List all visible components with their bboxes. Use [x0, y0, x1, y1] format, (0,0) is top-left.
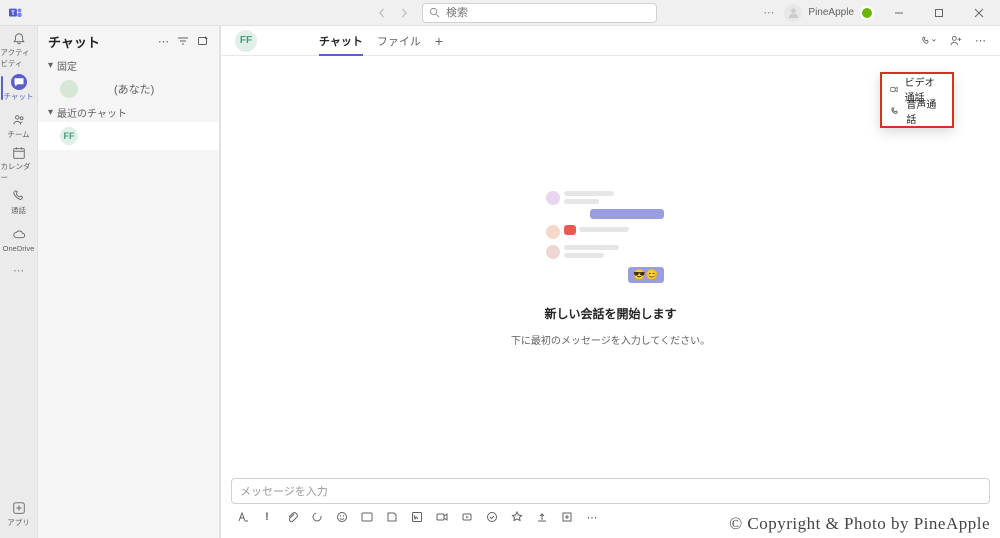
sidebar-item-label: (あなた) [114, 81, 154, 97]
rail-label: チーム [7, 129, 29, 140]
rail-item-calls[interactable]: 通話 [1, 184, 37, 220]
window-minimize-button[interactable] [884, 1, 914, 25]
rail-more-icon[interactable]: ⋯ [13, 264, 24, 277]
toolbar-more-icon[interactable]: ⋯ [585, 510, 599, 524]
teams-app-icon: T [0, 6, 32, 20]
nav-arrows [372, 3, 414, 23]
rail-label: アクティビティ [1, 47, 37, 69]
chevron-down-icon: ▾ [48, 60, 53, 71]
titlebar: T ⋯ PineApple [0, 0, 1000, 26]
cloud-icon [11, 227, 27, 243]
rail-item-chat[interactable]: チャット [1, 70, 37, 106]
search-input[interactable] [446, 7, 650, 19]
stream-icon[interactable] [460, 510, 474, 524]
chat-header-more-icon[interactable]: ⋯ [975, 34, 986, 47]
chevron-down-icon: ▾ [48, 107, 53, 118]
approvals-icon[interactable] [485, 510, 499, 524]
more-apps-icon[interactable] [560, 510, 574, 524]
gif-icon[interactable] [360, 510, 374, 524]
compose-toolbar: ! ⋯ [231, 504, 990, 530]
chat-avatar: FF [235, 30, 257, 52]
chat-content: FF チャット ファイル + ⋯ [220, 26, 1000, 538]
nav-forward-button[interactable] [394, 3, 414, 23]
rail-item-teams[interactable]: チーム [1, 108, 37, 144]
actions-icon[interactable] [410, 510, 424, 524]
sidebar-header: チャット ⋯ [38, 26, 219, 56]
priority-icon[interactable]: ! [260, 510, 274, 524]
bell-icon [11, 32, 27, 46]
message-input[interactable]: メッセージを入力 [231, 478, 990, 504]
sidebar-title: チャット [48, 32, 100, 51]
people-icon [11, 112, 27, 128]
tab-chat[interactable]: チャット [319, 27, 363, 55]
loop-icon[interactable] [310, 510, 324, 524]
video-icon [890, 84, 899, 95]
app-rail: アクティビティ チャット チーム カレンダー 通話 OneDrive ⋯ アプリ [0, 26, 38, 538]
svg-text:T: T [11, 9, 15, 16]
chat-sidebar: チャット ⋯ ▾固定 (あなた) ▾最近のチャット FF [38, 26, 220, 538]
rail-item-apps[interactable]: アプリ [1, 496, 37, 532]
more-icon[interactable]: ⋯ [763, 6, 774, 19]
titlebar-right: ⋯ PineApple [763, 1, 1000, 25]
user-name: PineApple [808, 7, 854, 18]
presence-indicator [860, 6, 874, 20]
rail-item-calendar[interactable]: カレンダー [1, 146, 37, 182]
video-clip-icon[interactable] [435, 510, 449, 524]
window-close-button[interactable] [964, 1, 994, 25]
user-avatar-icon [784, 4, 802, 22]
sidebar-more-icon[interactable]: ⋯ [158, 35, 169, 48]
rail-label: OneDrive [3, 244, 35, 253]
apps-icon [11, 500, 27, 516]
nav-back-button[interactable] [372, 3, 392, 23]
call-dropdown-menu: ビデオ通話 音声通話 [880, 72, 954, 128]
dropdown-item-label: 音声通話 [906, 96, 944, 126]
people-add-icon[interactable] [949, 35, 963, 47]
emoji-icon[interactable] [335, 510, 349, 524]
avatar-icon: FF [60, 127, 78, 145]
rail-label: チャット [4, 91, 34, 102]
sidebar-item-you[interactable]: (あなた) [38, 75, 219, 103]
format-icon[interactable] [235, 510, 249, 524]
upload-icon[interactable] [535, 510, 549, 524]
new-chat-icon[interactable] [197, 35, 209, 48]
avatar-icon [60, 80, 78, 98]
add-tab-button[interactable]: + [435, 27, 443, 55]
attach-icon[interactable] [285, 510, 299, 524]
sidebar-item-ff[interactable]: FF [38, 122, 219, 150]
rail-label: カレンダー [1, 161, 37, 183]
rail-item-onedrive[interactable]: OneDrive [1, 222, 37, 258]
message-composer: メッセージを入力 ! ⋯ [231, 478, 990, 530]
chat-header: FF チャット ファイル + ⋯ [221, 26, 1000, 56]
window-maximize-button[interactable] [924, 1, 954, 25]
dropdown-item-audio-call[interactable]: 音声通話 [882, 100, 952, 122]
rail-label: アプリ [7, 517, 30, 528]
filter-icon[interactable] [177, 35, 189, 48]
sidebar-section-pinned[interactable]: ▾固定 [38, 56, 219, 75]
phone-icon [11, 188, 27, 204]
empty-state-title: 新しい会話を開始します [544, 305, 676, 322]
empty-state-subtitle: 下に最初のメッセージを入力してください。 [511, 332, 710, 347]
empty-state-illustration: 😎😊 [546, 187, 676, 287]
tab-files[interactable]: ファイル [377, 27, 421, 55]
calendar-icon [11, 146, 27, 160]
user-area[interactable]: PineApple [784, 4, 874, 22]
search-box[interactable] [422, 3, 657, 23]
rail-label: 通話 [11, 205, 26, 216]
phone-icon [890, 106, 900, 117]
chat-icon [11, 74, 27, 90]
call-dropdown-button[interactable] [921, 35, 937, 47]
chat-tabs: チャット ファイル + [319, 27, 443, 55]
sidebar-section-recent[interactable]: ▾最近のチャット [38, 103, 219, 122]
sticker-icon[interactable] [385, 510, 399, 524]
search-icon [429, 7, 440, 18]
viva-icon[interactable] [510, 510, 524, 524]
rail-item-activity[interactable]: アクティビティ [1, 32, 37, 68]
